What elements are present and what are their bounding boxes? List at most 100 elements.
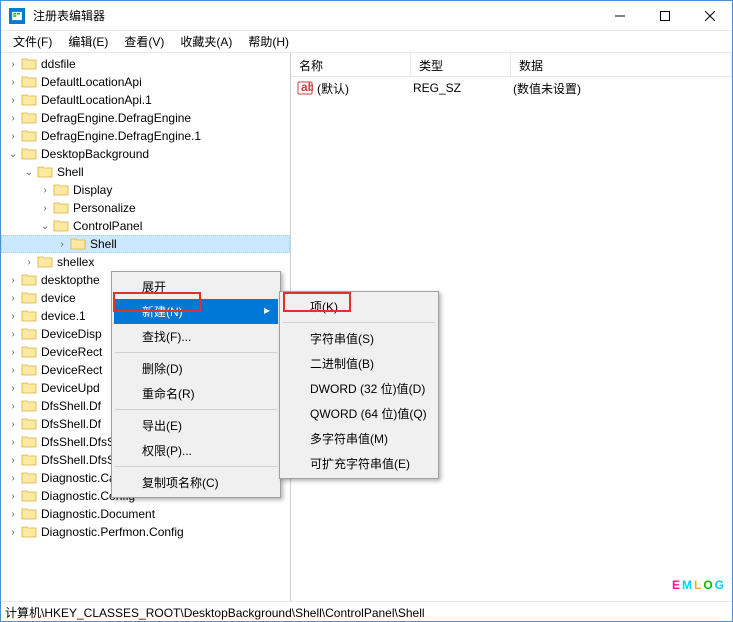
ctx-new-key[interactable]: 项(K) (282, 294, 436, 319)
expander-closed-icon[interactable]: › (5, 326, 21, 342)
ctx-separator (115, 352, 277, 353)
tree-item[interactable]: ›Display (1, 181, 290, 199)
ctx-permissions[interactable]: 权限(P)... (114, 438, 278, 463)
expander-closed-icon[interactable]: › (5, 290, 21, 306)
tree-label: Diagnostic.Document (41, 507, 155, 521)
folder-icon (21, 417, 37, 431)
expander-closed-icon[interactable]: › (5, 398, 21, 414)
ctx-separator (115, 466, 277, 467)
expander-open-icon[interactable]: ⌄ (5, 146, 21, 162)
col-name[interactable]: 名称 (291, 53, 411, 76)
expander-closed-icon[interactable]: › (5, 308, 21, 324)
folder-icon (21, 273, 37, 287)
folder-icon (21, 381, 37, 395)
tree-label: Shell (57, 165, 84, 179)
tree-item[interactable]: ⌄ Shell (1, 163, 290, 181)
context-menu-new-submenu: 项(K) 字符串值(S) 二进制值(B) DWORD (32 位)值(D) QW… (279, 291, 439, 479)
expander-closed-icon[interactable]: › (5, 110, 21, 126)
list-header: 名称 类型 数据 (291, 53, 732, 77)
tree-item[interactable]: › shellex (1, 253, 290, 271)
ctx-delete[interactable]: 删除(D) (114, 356, 278, 381)
value-data: (数值未设置) (513, 80, 581, 97)
tree-item[interactable]: › Diagnostic.Perfmon.Config (1, 523, 290, 541)
close-button[interactable] (687, 1, 732, 31)
menu-view[interactable]: 查看(V) (116, 31, 172, 52)
tree-label: Diagnostic.Perfmon.Config (41, 525, 184, 539)
folder-icon (37, 165, 53, 179)
expander-closed-icon[interactable]: › (5, 470, 21, 486)
expander-open-icon[interactable]: ⌄ (21, 164, 37, 180)
tree-label: DeviceUpd (41, 381, 100, 395)
tree-label: Shell (90, 237, 117, 251)
expander-open-icon[interactable]: ⌄ (37, 218, 53, 234)
ctx-new-expandable[interactable]: 可扩充字符串值(E) (282, 451, 436, 476)
ctx-separator (115, 409, 277, 410)
folder-icon (21, 489, 37, 503)
ctx-export[interactable]: 导出(E) (114, 413, 278, 438)
folder-icon (21, 327, 37, 341)
folder-icon (21, 93, 37, 107)
value-name: (默认) (317, 80, 413, 97)
expander-closed-icon[interactable]: › (37, 182, 53, 198)
expander-closed-icon[interactable]: › (5, 362, 21, 378)
ctx-expand[interactable]: 展开 (114, 274, 278, 299)
expander-closed-icon[interactable]: › (54, 236, 70, 252)
expander-closed-icon[interactable]: › (21, 254, 37, 270)
expander-closed-icon[interactable]: › (5, 272, 21, 288)
col-data[interactable]: 数据 (511, 53, 732, 76)
tree-item[interactable]: ›DefragEngine.DefragEngine.1 (1, 127, 290, 145)
menu-file[interactable]: 文件(F) (5, 31, 60, 52)
ctx-find[interactable]: 查找(F)... (114, 324, 278, 349)
expander-closed-icon[interactable]: › (5, 128, 21, 144)
menu-help[interactable]: 帮助(H) (240, 31, 297, 52)
minimize-button[interactable] (597, 1, 642, 31)
value-type: REG_SZ (413, 81, 513, 95)
expander-closed-icon[interactable]: › (5, 56, 21, 72)
tree-item[interactable]: › Shell (1, 235, 290, 253)
expander-closed-icon[interactable]: › (5, 416, 21, 432)
menu-edit[interactable]: 编辑(E) (60, 31, 116, 52)
ctx-new-dword[interactable]: DWORD (32 位)值(D) (282, 376, 436, 401)
ctx-new-string[interactable]: 字符串值(S) (282, 326, 436, 351)
expander-closed-icon[interactable]: › (5, 452, 21, 468)
svg-text:ab: ab (301, 80, 313, 94)
tree-item[interactable]: ⌄ DesktopBackground (1, 145, 290, 163)
ctx-new[interactable]: 新建(N) (114, 299, 278, 324)
tree-item[interactable]: ›ddsfile (1, 55, 290, 73)
expander-closed-icon[interactable]: › (5, 74, 21, 90)
tree-label: shellex (57, 255, 94, 269)
ctx-new-multistring[interactable]: 多字符串值(M) (282, 426, 436, 451)
tree-item[interactable]: › DefaultLocationApi (1, 73, 290, 91)
expander-closed-icon[interactable]: › (5, 344, 21, 360)
tree-item[interactable]: › Diagnostic.Document (1, 505, 290, 523)
maximize-button[interactable] (642, 1, 687, 31)
list-row[interactable]: ab (默认) REG_SZ (数值未设置) (293, 79, 730, 97)
folder-icon (53, 201, 69, 215)
expander-closed-icon[interactable]: › (5, 92, 21, 108)
tree-label: DesktopBackground (41, 147, 149, 161)
tree-item[interactable]: ›DefaultLocationApi.1 (1, 91, 290, 109)
expander-closed-icon[interactable]: › (5, 524, 21, 540)
tree-item[interactable]: ›DefragEngine.DefragEngine (1, 109, 290, 127)
expander-closed-icon[interactable]: › (5, 488, 21, 504)
tree-item[interactable]: ⌄ControlPanel (1, 217, 290, 235)
tree-label: DfsShell.Df (41, 399, 101, 413)
menu-favorites[interactable]: 收藏夹(A) (172, 31, 240, 52)
ctx-separator (283, 322, 435, 323)
folder-icon (21, 453, 37, 467)
col-type[interactable]: 类型 (411, 53, 511, 76)
tree-label: DefaultLocationApi (41, 75, 142, 89)
expander-closed-icon[interactable]: › (5, 380, 21, 396)
ctx-rename[interactable]: 重命名(R) (114, 381, 278, 406)
expander-closed-icon[interactable]: › (5, 434, 21, 450)
folder-icon (21, 363, 37, 377)
expander-closed-icon[interactable]: › (37, 200, 53, 216)
ctx-copy-key-name[interactable]: 复制项名称(C) (114, 470, 278, 495)
folder-icon (21, 435, 37, 449)
tree-item[interactable]: ›Personalize (1, 199, 290, 217)
ctx-new-qword[interactable]: QWORD (64 位)值(Q) (282, 401, 436, 426)
ctx-new-binary[interactable]: 二进制值(B) (282, 351, 436, 376)
menubar: 文件(F) 编辑(E) 查看(V) 收藏夹(A) 帮助(H) (1, 31, 732, 53)
folder-icon (21, 111, 37, 125)
expander-closed-icon[interactable]: › (5, 506, 21, 522)
